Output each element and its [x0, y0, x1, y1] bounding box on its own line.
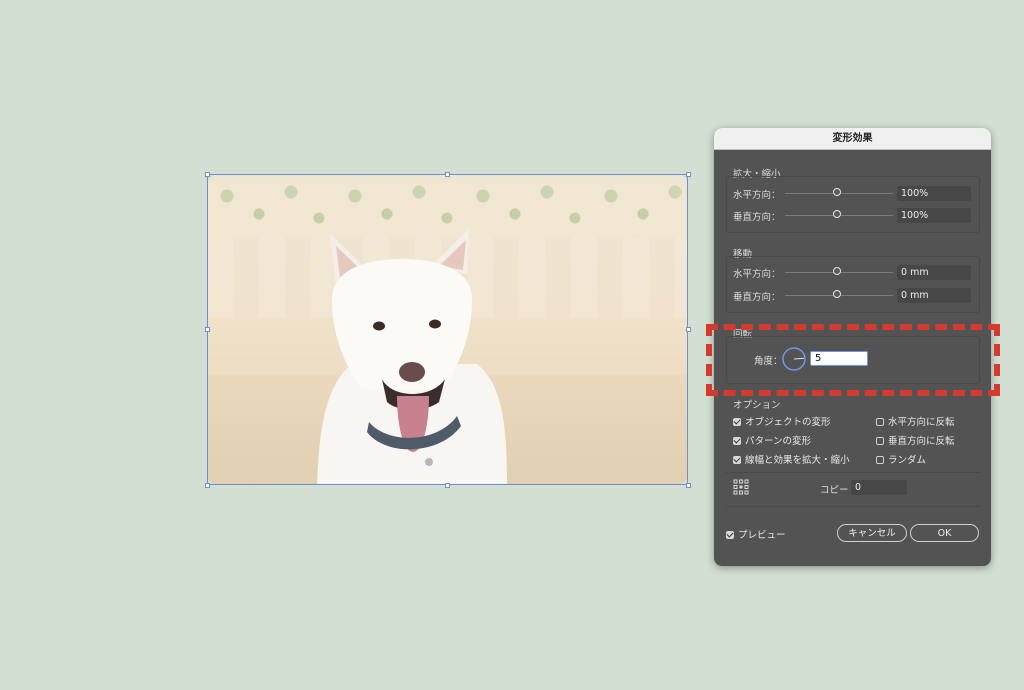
reflect-x-label: 水平方向に反転	[888, 417, 955, 428]
checkbox-checked-icon	[726, 531, 734, 539]
checkbox-checked-icon	[733, 418, 741, 426]
resize-handle-left[interactable]	[205, 327, 210, 332]
copies-label: コピー	[820, 485, 849, 496]
checkbox-unchecked-icon	[876, 418, 884, 426]
angle-dial-icon[interactable]	[781, 346, 807, 372]
resize-handle-bottom-left[interactable]	[205, 483, 210, 488]
preview-label: プレビュー	[738, 530, 786, 541]
resize-handle-top-left[interactable]	[205, 172, 210, 177]
options-divider	[726, 472, 980, 473]
resize-handle-bottom-right[interactable]	[686, 483, 691, 488]
bottom-divider	[726, 506, 980, 507]
scale-vertical-row: 垂直方向： 100%	[733, 208, 973, 224]
transform-objects-checkbox[interactable]: オブジェクトの変形	[733, 414, 831, 428]
reflect-y-checkbox[interactable]: 垂直方向に反転	[876, 433, 955, 447]
dialog-title: 変形効果	[714, 128, 991, 150]
resize-handle-bottom[interactable]	[445, 483, 450, 488]
reflect-x-checkbox[interactable]: 水平方向に反転	[876, 414, 955, 428]
transform-effect-dialog: 変形効果 拡大・縮小 水平方向： 100% 垂直方向： 100% 移動 水平方向…	[714, 128, 991, 566]
move-vertical-label: 垂直方向：	[733, 292, 781, 303]
preview-checkbox[interactable]: プレビュー	[726, 527, 786, 541]
copies-input[interactable]: 0	[851, 480, 907, 495]
checkbox-checked-icon	[733, 456, 741, 464]
angle-input[interactable]: 5	[810, 351, 868, 366]
ok-button[interactable]: OK	[910, 524, 979, 542]
move-horizontal-row: 水平方向： 0 mm	[733, 265, 973, 281]
dog-illustration	[317, 229, 507, 485]
artwork-image[interactable]	[207, 174, 688, 485]
resize-handle-right[interactable]	[686, 327, 691, 332]
reference-point-locator-icon[interactable]	[733, 479, 749, 495]
scale-horizontal-label: 水平方向：	[733, 190, 781, 201]
resize-handle-top-right[interactable]	[686, 172, 691, 177]
scale-strokes-checkbox[interactable]: 線幅と効果を拡大・縮小	[733, 452, 850, 466]
scale-vertical-slider-knob[interactable]	[833, 210, 841, 218]
scale-vertical-input[interactable]: 100%	[897, 208, 971, 223]
scale-vertical-label: 垂直方向：	[733, 212, 781, 223]
random-checkbox[interactable]: ランダム	[876, 452, 926, 466]
options-group-label: オプション	[733, 400, 781, 411]
resize-handle-top[interactable]	[445, 172, 450, 177]
checkbox-unchecked-icon	[876, 456, 884, 464]
move-horizontal-input[interactable]: 0 mm	[897, 265, 971, 280]
transform-patterns-label: パターンの変形	[745, 436, 812, 447]
scale-horizontal-row: 水平方向： 100%	[733, 186, 973, 202]
move-horizontal-slider-knob[interactable]	[833, 267, 841, 275]
scale-horizontal-slider-knob[interactable]	[833, 188, 841, 196]
angle-label: 角度：	[754, 356, 783, 367]
move-vertical-slider-knob[interactable]	[833, 290, 841, 298]
random-label: ランダム	[888, 455, 927, 466]
checkbox-checked-icon	[733, 437, 741, 445]
cancel-button[interactable]: キャンセル	[837, 524, 907, 542]
reflect-y-label: 垂直方向に反転	[888, 436, 955, 447]
scale-horizontal-input[interactable]: 100%	[897, 186, 971, 201]
transform-patterns-checkbox[interactable]: パターンの変形	[733, 433, 811, 447]
move-vertical-input[interactable]: 0 mm	[897, 288, 971, 303]
scale-group	[726, 176, 980, 233]
move-horizontal-label: 水平方向：	[733, 269, 781, 280]
move-vertical-row: 垂直方向： 0 mm	[733, 288, 973, 304]
scale-strokes-label: 線幅と効果を拡大・縮小	[745, 455, 850, 466]
checkbox-unchecked-icon	[876, 437, 884, 445]
transform-objects-label: オブジェクトの変形	[745, 417, 831, 428]
